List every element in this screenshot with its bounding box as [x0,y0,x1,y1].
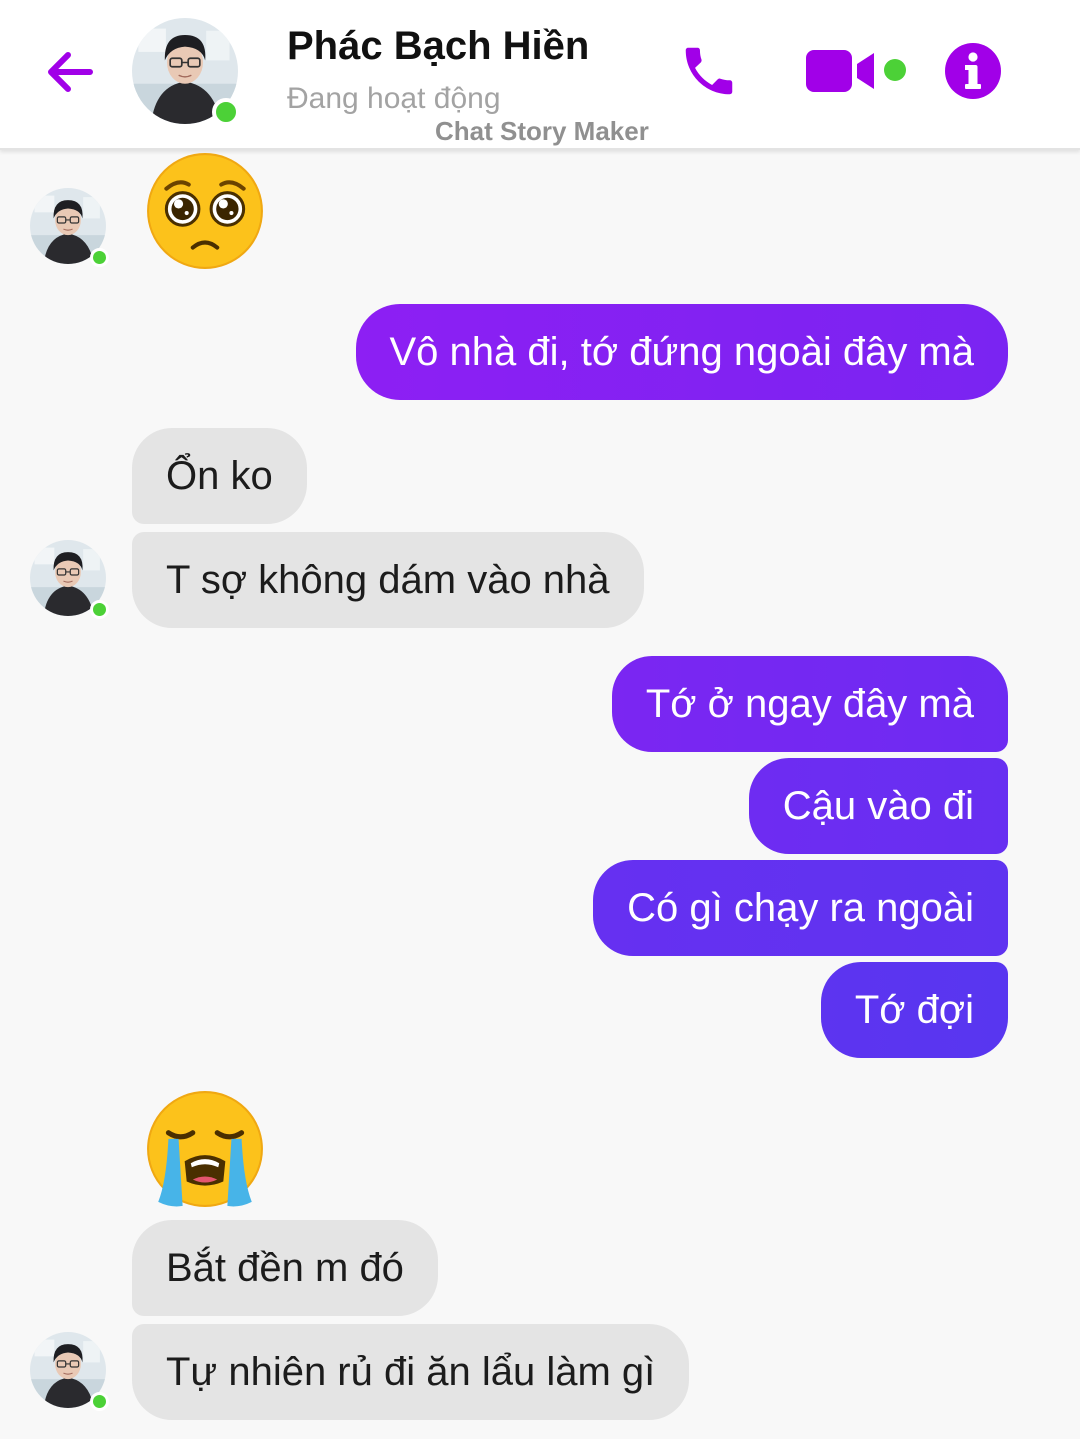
loudly-crying-face-emoji-icon [147,1091,263,1207]
watermark-text: Chat Story Maker [435,116,649,146]
outgoing-message[interactable]: Tớ đợi [820,962,1008,1058]
incoming-message[interactable]: Bắt đền m đó [132,1220,438,1316]
sender-avatar[interactable] [30,540,109,619]
incoming-message[interactable]: Ổn ko [132,428,307,524]
video-call-icon[interactable] [804,42,908,98]
sender-avatar[interactable] [30,188,109,267]
active-status: Đang hoạt động [287,82,501,115]
contact-avatar[interactable] [132,18,240,126]
sender-avatar[interactable] [30,1332,109,1411]
info-icon[interactable] [944,42,1002,100]
outgoing-message[interactable]: Tớ ở ngay đây mà [611,656,1008,752]
incoming-message[interactable]: T sợ không dám vào nhà [132,532,644,628]
pleading-face-emoji-icon [147,153,263,269]
online-status-dot [90,600,109,619]
phone-icon[interactable] [678,40,740,102]
online-status-dot [212,98,240,126]
incoming-message[interactable]: Tự nhiên rủ đi ăn lẩu làm gì [132,1324,690,1420]
online-status-dot [90,1392,109,1411]
outgoing-message[interactable]: Cậu vào đi [748,758,1008,854]
back-arrow-icon[interactable] [40,42,100,102]
chat-header: Phác Bạch Hiền Đang hoạt động Chat Story… [0,0,1080,150]
contact-name[interactable]: Phác Bạch Hiền [287,24,589,69]
outgoing-message[interactable]: Có gì chạy ra ngoài [593,860,1008,956]
online-status-dot [90,248,109,267]
outgoing-message[interactable]: Vô nhà đi, tớ đứng ngoài đây mà [355,304,1008,400]
